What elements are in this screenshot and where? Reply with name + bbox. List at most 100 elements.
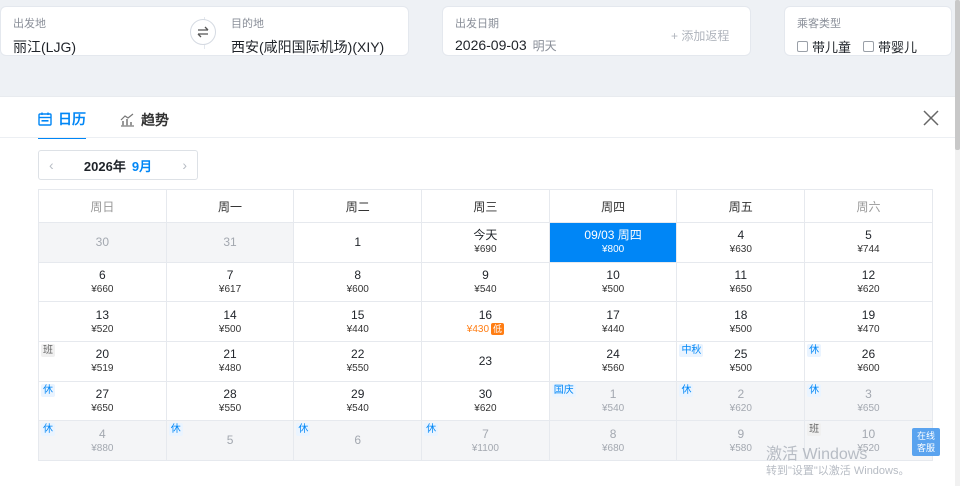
day-price: ¥540 xyxy=(294,402,421,415)
calendar-day[interactable]: 中秋 25 ¥500 xyxy=(676,341,806,382)
day-price: ¥550 xyxy=(294,362,421,375)
price-value: ¥440 xyxy=(601,323,625,335)
day-price: ¥744 xyxy=(805,243,932,256)
child-checkbox[interactable]: 带儿童 xyxy=(797,37,851,56)
date-value[interactable]: 2026-09-03 xyxy=(455,37,527,53)
calendar-day[interactable]: 23 xyxy=(421,341,550,382)
calendar-day[interactable]: 12 ¥620 xyxy=(804,261,933,303)
close-icon[interactable] xyxy=(923,108,939,130)
day-price: ¥520 xyxy=(39,323,166,336)
calendar-day[interactable]: 8 ¥680 xyxy=(548,420,678,462)
weekday-header: 周一 xyxy=(165,189,295,223)
calendar-day[interactable]: 8 ¥600 xyxy=(293,261,423,303)
calendar-day[interactable]: 休 4 ¥880 xyxy=(38,420,167,462)
to-field[interactable]: 目的地 西安(咸阳国际机场)(XIY) xyxy=(231,15,384,57)
calendar-day[interactable]: 16 ¥430 低 xyxy=(421,301,550,343)
holiday-tag: 班 xyxy=(807,423,822,437)
calendar-day[interactable]: 休 27 ¥650 xyxy=(38,380,167,422)
day-price: ¥617 xyxy=(167,283,294,296)
calendar-day[interactable]: 30 xyxy=(38,222,167,263)
to-value[interactable]: 西安(咸阳国际机场)(XIY) xyxy=(231,37,384,57)
weekday-header: 周四 xyxy=(548,189,678,223)
calendar-day[interactable]: 29 ¥540 xyxy=(293,380,423,422)
calendar-day[interactable]: 5 ¥744 xyxy=(804,222,933,263)
calendar-day[interactable]: 14 ¥500 xyxy=(165,301,295,343)
calendar-day[interactable]: 31 xyxy=(165,222,295,263)
day-number: 9 xyxy=(737,426,745,441)
calendar-day[interactable]: 休 26 ¥600 xyxy=(804,341,933,382)
day-number: 14 xyxy=(223,307,237,322)
day-number: 15 xyxy=(351,307,365,322)
calendar-day[interactable]: 21 ¥480 xyxy=(165,341,295,382)
to-label: 目的地 xyxy=(231,18,264,30)
checkbox-icon xyxy=(797,41,808,52)
day-price: ¥650 xyxy=(677,283,804,296)
day-number: 30 xyxy=(95,234,110,249)
tab-calendar[interactable]: 日历 xyxy=(38,109,86,139)
calendar-day[interactable]: 休 2 ¥620 xyxy=(676,380,806,422)
calendar-day[interactable]: 30 ¥620 xyxy=(421,380,550,422)
price-value: ¥650 xyxy=(91,403,114,415)
calendar-day[interactable]: 10 ¥500 xyxy=(548,261,678,303)
from-value[interactable]: 丽江(LJG) xyxy=(13,37,76,57)
calendar-day[interactable]: 休6 xyxy=(293,420,423,462)
calendar-day[interactable]: 28 ¥550 xyxy=(165,380,295,422)
calendar-day[interactable]: 休 3 ¥650 xyxy=(804,380,933,422)
calendar-day[interactable]: 1 xyxy=(293,222,423,263)
calendar-day[interactable]: 22 ¥550 xyxy=(293,341,423,382)
calendar-day[interactable]: 9 ¥540 xyxy=(421,261,550,303)
windows-activation-watermark: 激活 Windows 转到"设置"以激活 Windows。 xyxy=(766,446,910,478)
day-price: ¥1100 xyxy=(422,442,549,455)
online-service-button[interactable]: 在线 客服 xyxy=(912,428,940,456)
calendar-day[interactable]: 7 ¥617 xyxy=(165,261,295,303)
calendar-day[interactable]: 4 ¥630 xyxy=(676,222,806,263)
price-value: ¥540 xyxy=(474,284,497,296)
calendar-day[interactable]: 11 ¥650 xyxy=(676,261,806,303)
day-price: ¥500 xyxy=(167,323,294,336)
price-value: ¥620 xyxy=(474,403,497,415)
infant-checkbox[interactable]: 带婴儿 xyxy=(863,37,917,56)
scrollbar[interactable] xyxy=(955,0,960,486)
passenger-card: 乘客类型 带儿童 带婴儿 xyxy=(784,6,952,56)
day-number: 6 xyxy=(99,268,106,283)
day-number: 26 xyxy=(861,347,876,362)
calendar-day[interactable]: 15 ¥440 xyxy=(293,301,423,343)
date-card[interactable]: 出发日期 2026-09-03 明天 + 添加返程 xyxy=(442,6,751,56)
tab-trend[interactable]: 趋势 xyxy=(120,109,169,139)
calendar-day[interactable]: 17 ¥440 xyxy=(548,301,678,343)
price-value: ¥600 xyxy=(346,284,369,296)
price-value: ¥430 xyxy=(466,323,490,335)
holiday-tag: 国庆 xyxy=(551,383,576,397)
calendar-day-selected[interactable]: 09/03 周四 ¥800 xyxy=(548,222,678,263)
holiday-tag: 休 xyxy=(679,383,694,397)
calendar-day[interactable]: 国庆 1 ¥540 xyxy=(548,380,678,422)
price-value: ¥560 xyxy=(601,363,625,375)
day-number: 23 xyxy=(478,353,493,368)
prev-month-button[interactable]: ‹ xyxy=(49,157,54,173)
day-price: ¥519 xyxy=(39,362,166,375)
calendar-day[interactable]: 18 ¥500 xyxy=(676,301,806,343)
calendar-day[interactable]: 今天 ¥690 xyxy=(421,222,550,263)
day-price: ¥600 xyxy=(294,283,421,296)
day-price: ¥500 xyxy=(550,283,677,296)
calendar-day[interactable]: 19 ¥470 xyxy=(804,301,933,343)
add-return-button[interactable]: + 添加返程 xyxy=(671,27,729,44)
calendar-day[interactable]: 24 ¥560 xyxy=(548,341,678,382)
calendar-day[interactable]: 13 ¥520 xyxy=(38,301,167,343)
price-value: ¥470 xyxy=(857,323,880,335)
day-price: ¥430 低 xyxy=(422,322,549,336)
calendar-day[interactable]: 休5 xyxy=(165,420,295,462)
calendar-day[interactable]: 班 20 ¥519 xyxy=(38,341,167,382)
price-value: ¥519 xyxy=(91,363,114,375)
calendar-week-row: 6 ¥660 7 ¥617 8 ¥600 9 ¥540 10 ¥500 11 ¥650 12 ¥620 xyxy=(38,261,933,303)
infant-label: 带婴儿 xyxy=(878,40,918,55)
calendar-day[interactable]: 休 7 ¥1100 xyxy=(421,420,550,462)
next-month-button[interactable]: › xyxy=(182,157,187,173)
from-field[interactable]: 出发地 丽江(LJG) xyxy=(13,15,76,57)
swap-cities-button[interactable] xyxy=(190,19,216,45)
price-value: ¥500 xyxy=(729,323,752,335)
day-price: ¥500 xyxy=(677,362,804,375)
scrollbar-thumb[interactable] xyxy=(955,0,960,150)
day-price: ¥550 xyxy=(167,402,294,415)
calendar-day[interactable]: 6 ¥660 xyxy=(38,261,167,303)
